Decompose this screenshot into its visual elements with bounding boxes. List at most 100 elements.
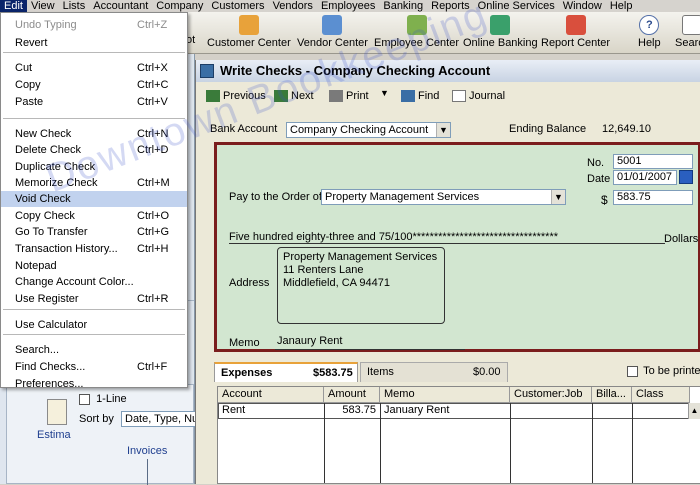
invoices-label[interactable]: Invoices [127, 445, 167, 457]
bank-account-label: Bank Account [210, 123, 278, 135]
one-line-option[interactable]: 1-Line [79, 393, 127, 405]
employee-center-icon [406, 15, 427, 35]
grid-cell[interactable]: January Rent [380, 403, 510, 419]
menu-item-delete-check[interactable]: Delete Check Ctrl+D [1, 142, 187, 158]
previous-button[interactable]: Previous [206, 90, 266, 103]
menu-item-new-check[interactable]: New Check Ctrl+N [1, 126, 187, 142]
ending-balance-value: 12,649.10 [602, 123, 651, 135]
menu-item-shortcut: Ctrl+O [137, 210, 170, 222]
menu-item-memorize-check[interactable]: Memorize Check Ctrl+M [1, 175, 187, 191]
journal-button[interactable]: Journal [452, 90, 505, 103]
column-header-amount[interactable]: Amount [324, 387, 380, 403]
menu-accountant[interactable]: Accountant [89, 0, 152, 12]
menu-item-revert[interactable]: Revert [1, 35, 187, 51]
next-button[interactable]: Next [274, 90, 314, 103]
menu-item-label: Revert [15, 37, 48, 49]
menu-item-label: Copy Check [15, 210, 75, 222]
grid-cell[interactable] [632, 403, 690, 419]
menu-item-void-check[interactable]: Void Check [1, 191, 187, 207]
grid-cell[interactable]: Rent [218, 403, 324, 419]
estimates-icon[interactable] [47, 399, 67, 425]
expense-grid: Account Amount Memo Customer:Job Billa... Cla… [217, 386, 700, 484]
menu-separator [3, 309, 185, 310]
menu-lists[interactable]: Lists [59, 0, 90, 12]
menu-item-copy[interactable]: Copy Ctrl+C [1, 77, 187, 93]
chevron-down-icon[interactable]: ▼ [551, 190, 565, 204]
help-button[interactable]: ? Help [638, 15, 661, 49]
tab-expenses[interactable]: Expenses $583.75 [214, 362, 358, 382]
menu-view[interactable]: View [27, 0, 59, 12]
date-field[interactable]: 01/01/2007 [613, 170, 677, 185]
menu-item-use-register[interactable]: Use Register Ctrl+R [1, 291, 187, 307]
window-title-bar: Write Checks - Company Checking Account [196, 60, 700, 82]
amount-field[interactable]: 583.75 [613, 190, 693, 205]
grid-cell[interactable]: 583.75 [324, 403, 380, 419]
chevron-down-icon[interactable]: ▼ [436, 123, 450, 137]
employee-center-button[interactable]: Employee Center [374, 15, 459, 49]
menu-item-search[interactable]: Search... [1, 342, 187, 358]
report-center-icon [565, 15, 586, 35]
menu-item-label: Change Account Color... [15, 276, 134, 288]
find-button[interactable]: Find [401, 90, 439, 103]
menu-vendors[interactable]: Vendors [269, 0, 317, 12]
column-header-account[interactable]: Account [218, 387, 324, 403]
menu-item-copy-check[interactable]: Copy Check Ctrl+O [1, 208, 187, 224]
menu-edit[interactable]: Edit [0, 0, 27, 12]
menu-item-go-to-transfer[interactable]: Go To Transfer Ctrl+G [1, 224, 187, 240]
print-button[interactable]: Print [329, 90, 369, 103]
menu-item-label: Use Calculator [15, 319, 88, 331]
menu-item-label: Transaction History... [15, 243, 118, 255]
menu-item-shortcut: Ctrl+Z [137, 19, 168, 31]
to-be-printed-checkbox[interactable] [627, 365, 638, 377]
menu-online-services[interactable]: Online Services [474, 0, 559, 12]
menu-item-preferences[interactable]: Preferences... [1, 376, 187, 392]
menu-item-change-account-color[interactable]: Change Account Color... [1, 274, 187, 290]
pay-to-label: Pay to the Order of [229, 191, 322, 203]
search-button[interactable]: Search [675, 15, 700, 49]
online-banking-button[interactable]: Online Banking [463, 15, 538, 49]
menu-banking[interactable]: Banking [379, 0, 427, 12]
vendor-center-button[interactable]: Vendor Center [297, 15, 368, 49]
menu-item-cut[interactable]: Cut Ctrl+X [1, 60, 187, 76]
check-number-field[interactable]: 5001 [613, 154, 693, 169]
check-number-label: No. [587, 157, 605, 169]
menu-item-find-checks[interactable]: Find Checks... Ctrl+F [1, 359, 187, 375]
menu-item-paste[interactable]: Paste Ctrl+V [1, 94, 187, 110]
memo-field[interactable]: Janaury Rent [277, 335, 342, 347]
tab-items[interactable]: Items $0.00 [360, 362, 508, 382]
report-center-button[interactable]: Report Center [541, 15, 610, 49]
estimates-label[interactable]: Estima [37, 429, 71, 441]
one-line-checkbox[interactable] [79, 393, 90, 405]
payee-select[interactable]: Property Management Services ▼ [321, 189, 566, 205]
to-be-printed-option[interactable]: To be printed [627, 362, 700, 382]
menu-reports[interactable]: Reports [427, 0, 474, 12]
search-icon [682, 15, 700, 35]
menu-item-notepad[interactable]: Notepad [1, 258, 187, 274]
menu-item-transaction-history[interactable]: Transaction History... Ctrl+H [1, 241, 187, 257]
menu-customers[interactable]: Customers [207, 0, 268, 12]
print-dropdown-arrow[interactable]: ▼ [380, 88, 389, 98]
check-form: No. 5001 Date 01/01/2007 Pay to the Orde… [214, 142, 700, 352]
grid-cell[interactable] [592, 403, 632, 419]
menu-help[interactable]: Help [606, 0, 637, 12]
menu-item-duplicate-check[interactable]: Duplicate Check [1, 159, 187, 175]
column-header-customer-job[interactable]: Customer:Job [510, 387, 592, 403]
column-header-class[interactable]: Class [632, 387, 690, 403]
help-icon: ? [639, 15, 660, 35]
calendar-icon[interactable] [679, 170, 693, 184]
column-header-billa[interactable]: Billa... [592, 387, 632, 403]
menu-employees[interactable]: Employees [317, 0, 379, 12]
menu-item-use-calculator[interactable]: Use Calculator [1, 317, 187, 333]
grid-cell[interactable] [510, 403, 592, 419]
bank-account-select[interactable]: Company Checking Account ▼ [286, 122, 451, 138]
dollar-sign: $ [601, 193, 608, 207]
menu-company[interactable]: Company [152, 0, 207, 12]
sort-by-select[interactable]: Date, Type, Nu [121, 411, 197, 427]
address-field[interactable]: Property Management Services 11 Renters … [277, 247, 445, 324]
menu-window[interactable]: Window [559, 0, 606, 12]
vendor-center-icon [322, 15, 343, 35]
menu-item-undo-typing[interactable]: Undo Typing Ctrl+Z [1, 17, 187, 33]
grid-scroll-arrow[interactable]: ▲ [688, 403, 700, 419]
column-header-memo[interactable]: Memo [380, 387, 510, 403]
customer-center-button[interactable]: Customer Center [207, 15, 291, 49]
